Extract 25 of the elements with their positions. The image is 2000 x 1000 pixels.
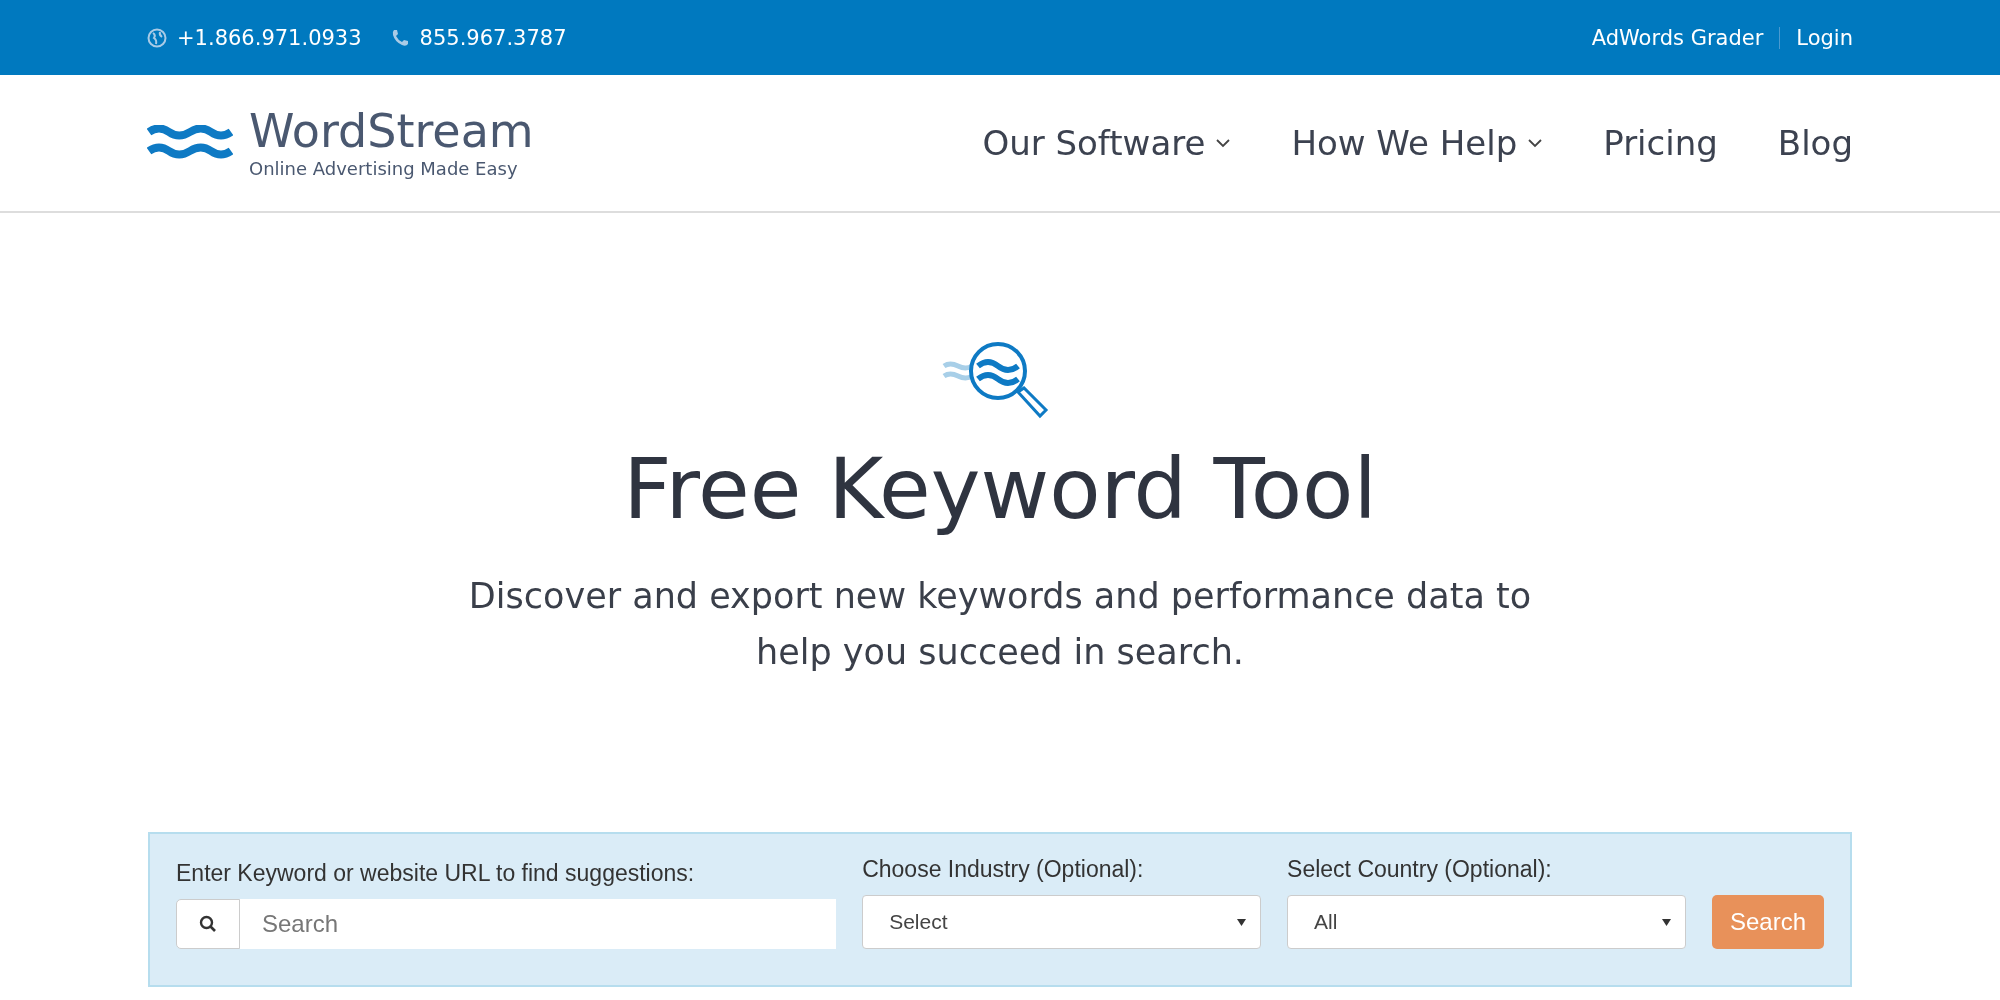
phone-number: 855.967.3787 bbox=[419, 25, 567, 50]
industry-dropdown[interactable]: Select bbox=[862, 895, 1262, 949]
waves-logo-icon bbox=[147, 125, 233, 161]
dropdown-arrow-icon bbox=[1661, 918, 1671, 926]
country-dropdown[interactable]: All bbox=[1287, 895, 1686, 949]
page-subtitle: Discover and export new keywords and performance data to help you succeed in search. bbox=[467, 575, 1533, 674]
dropdown-arrow-icon bbox=[1237, 918, 1247, 926]
top-link[interactable]: Login bbox=[1796, 25, 1853, 50]
page-title: Free Keyword Tool bbox=[623, 440, 1377, 538]
search-icon bbox=[199, 915, 217, 933]
field-label: Choose Industry (Optional): bbox=[862, 856, 1145, 883]
keyword-input[interactable]: Search bbox=[240, 899, 837, 949]
nav-link[interactable]: Blog bbox=[1777, 123, 1853, 163]
chevron-down-icon bbox=[1215, 138, 1232, 148]
logo-wordmark: WordStream bbox=[249, 107, 534, 154]
chevron-down-icon bbox=[1527, 138, 1544, 148]
nav-link[interactable]: Our Software bbox=[982, 123, 1232, 163]
globe-icon bbox=[147, 27, 167, 48]
phone-number: +1.866.971.0933 bbox=[177, 25, 362, 50]
logo-tagline: Online Advertising Made Easy bbox=[249, 157, 519, 179]
top-link[interactable]: AdWords Grader bbox=[1591, 25, 1764, 50]
field-label: Select Country (Optional): bbox=[1287, 856, 1553, 883]
nav-link[interactable]: How We Help bbox=[1291, 123, 1544, 163]
nav-link[interactable]: Pricing bbox=[1603, 123, 1718, 163]
field-label: Enter Keyword or website URL to find suggestions: bbox=[176, 860, 696, 887]
